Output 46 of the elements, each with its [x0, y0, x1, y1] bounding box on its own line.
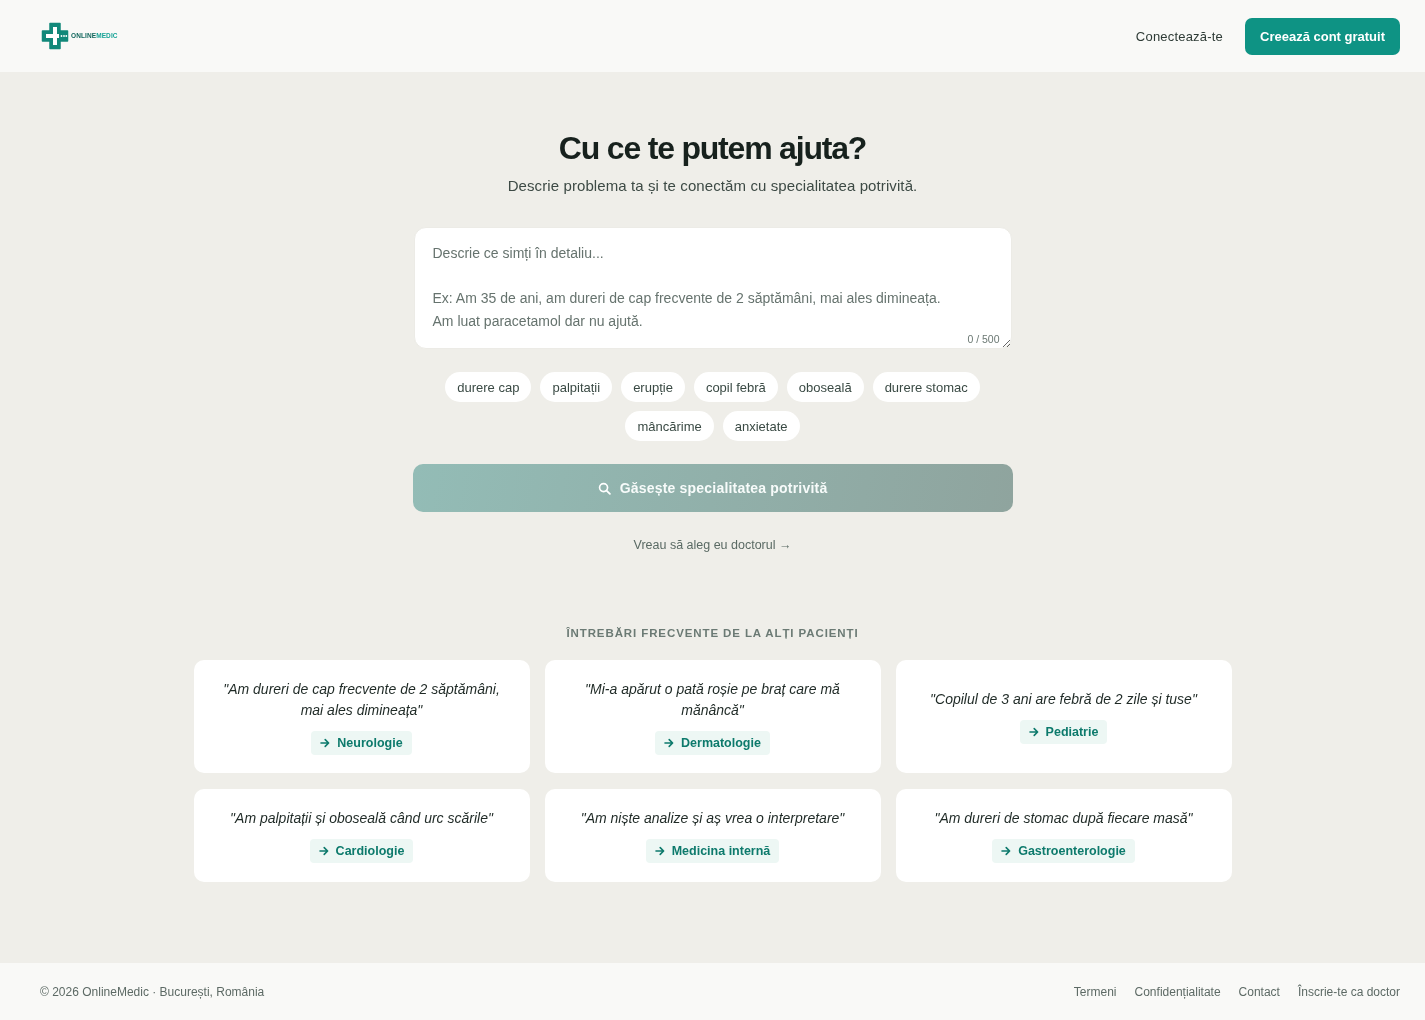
arrow-right-icon	[1001, 846, 1012, 856]
example-quote: "Am dureri de stomac după fiecare masă"	[934, 809, 1193, 828]
cross-logo-icon	[41, 22, 69, 50]
choose-doctor-link[interactable]: Vreau să aleg eu doctorul →	[633, 536, 792, 554]
specialty-name: Cardiologie	[335, 843, 405, 859]
signup-button[interactable]: Creează cont gratuit	[1245, 17, 1400, 55]
arrow-right-icon	[1028, 727, 1039, 737]
section-heading: ÎNTREBĂRI FRECVENTE DE LA ALȚI PACIENȚI	[566, 626, 859, 641]
suggestion-chip[interactable]: copil febră	[693, 372, 778, 402]
footer-link[interactable]: Contact	[1238, 984, 1280, 999]
example-card[interactable]: "Am dureri de cap frecvente de 2 săptămâni, mai ales dimineața" Neurologie	[193, 660, 530, 773]
search-icon	[597, 481, 611, 495]
specialty-name: Dermatologie	[681, 734, 761, 751]
specialty-name: Neurologie	[337, 734, 403, 751]
arrow-right-icon	[664, 737, 675, 748]
example-card[interactable]: "Mi-a apărut o pată roșie pe braț care mă mănâncă" Dermatologie	[544, 660, 881, 773]
arrow-right-icon	[318, 846, 329, 856]
specialty-name: Gastroenterologie	[1018, 843, 1126, 859]
example-quote: "Copilul de 3 ani are febră de 2 zile și tuse"	[930, 690, 1197, 709]
suggestion-chip[interactable]: palpitații	[540, 372, 613, 402]
example-card[interactable]: "Am niște analize și aș vrea o interpretare" Medicina internă	[544, 789, 881, 882]
page-title: Cu ce te putem ajuta?	[558, 129, 867, 168]
example-quote: "Am niște analize și aș vrea o interpretare"	[580, 809, 845, 828]
character-counter: 0 / 500	[967, 332, 1000, 346]
arrow-right-icon	[654, 846, 665, 856]
footer-link[interactable]: Termeni	[1073, 984, 1117, 999]
suggestion-chip[interactable]: erupție	[621, 372, 685, 402]
suggestion-chip[interactable]: durere cap	[445, 372, 532, 402]
example-card[interactable]: "Copilul de 3 ani are febră de 2 zile și tuse" Pediatrie	[895, 660, 1232, 773]
copyright-text: © 2026 OnlineMedic · București, România	[40, 984, 265, 999]
arrow-right-icon	[320, 737, 331, 748]
login-link[interactable]: Conectează-te	[1135, 28, 1223, 44]
example-card[interactable]: "Am dureri de stomac după fiecare masă" Gastroenterologie	[895, 789, 1232, 882]
footer-link[interactable]: Înscrie-te ca doctor	[1297, 984, 1400, 999]
example-quote: "Mi-a apărut o pată roșie pe braț care mă mănâncă"	[584, 679, 841, 720]
suggestion-chip[interactable]: durere stomac	[872, 372, 980, 402]
example-quote: "Am dureri de cap frecvente de 2 săptămâni, mai ales dimineața"	[222, 679, 501, 720]
example-quote: "Am palpitații și oboseală când urc scările"	[230, 809, 493, 828]
specialty-name: Medicina internă	[671, 843, 771, 859]
specialty-name: Pediatrie	[1045, 724, 1099, 740]
suggestion-chip[interactable]: anxietate	[722, 411, 800, 441]
suggestion-chip[interactable]: oboseală	[786, 372, 864, 402]
suggestion-chip[interactable]: mâncărime	[625, 411, 714, 441]
page-subtitle: Descrie problema ta și te conectăm cu specialitatea potrivită.	[507, 176, 918, 196]
footer-link[interactable]: Confidențialitate	[1134, 984, 1221, 999]
example-card[interactable]: "Am palpitații și oboseală când urc scările" Cardiologie	[193, 789, 530, 882]
